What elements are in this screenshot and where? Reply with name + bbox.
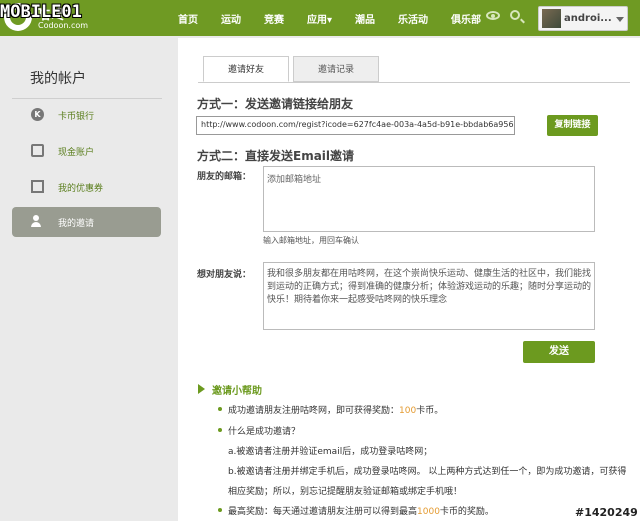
coupon-icon: [31, 180, 44, 193]
email-field[interactable]: 添加邮箱地址: [263, 166, 595, 232]
sidebar: 我的帐户 K 卡币银行 现金账户 我的优惠券 我的邀请: [0, 36, 178, 521]
watermark-bottom: #1420249: [575, 506, 638, 519]
sidebar-item-coupons[interactable]: 我的优惠券: [12, 172, 161, 202]
message-label: 想对朋友说：: [197, 270, 252, 280]
email-label: 朋友的邮箱：: [197, 172, 252, 182]
avatar[interactable]: [542, 9, 561, 28]
method1-title: 方式一：发送邀请链接给朋友: [197, 97, 354, 111]
help-condition-note: 相应奖励；所以，别忘记提醒朋友验证邮箱或绑定手机哦！: [228, 487, 463, 497]
help-title[interactable]: 邀请小帮助: [212, 382, 262, 397]
tab-invite-records[interactable]: 邀请记录: [293, 56, 379, 82]
sidebar-title: 我的帐户: [30, 71, 86, 87]
invite-link-field[interactable]: http://www.codoon.com/regist?icode=627fc…: [196, 116, 515, 135]
bullet: [218, 508, 222, 512]
message-field[interactable]: 我和很多朋友都在用咕咚网，在这个崇尚快乐运动、健康生活的社区中，我们能找到运动的…: [263, 262, 595, 330]
k-coin-icon: K: [31, 108, 44, 121]
divider: [12, 98, 162, 99]
username: androi...: [564, 13, 612, 24]
sidebar-item-label: 卡币银行: [58, 112, 95, 122]
help-reward-line: 成功邀请朋友注册咕咚网，即可获得奖励：100卡币。: [228, 406, 444, 416]
cash-icon: [31, 144, 44, 157]
nav-sports[interactable]: 运动: [221, 11, 241, 26]
user-menu[interactable]: androi...: [538, 6, 628, 31]
bullet: [218, 407, 222, 411]
method2-title: 方式二：直接发送Email邀请: [197, 149, 355, 163]
nav-contest[interactable]: 竞赛: [264, 11, 284, 26]
sidebar-item-coin-bank[interactable]: K 卡币银行: [12, 100, 161, 130]
send-button[interactable]: 发送: [523, 341, 595, 363]
nav-products[interactable]: 潮品: [355, 11, 375, 26]
help-max-reward: 最高奖励：每天通过邀请朋友注册可以得到最高1000卡币的奖励。: [228, 507, 494, 517]
logo-domain: Codoon.com: [38, 21, 89, 30]
expand-arrow-icon[interactable]: [198, 384, 205, 394]
help-condition-b: b.被邀请者注册并绑定手机后，成功登录咕咚网。 以上两种方式达到任一个，即为成功…: [228, 467, 627, 477]
search-icon[interactable]: [510, 10, 520, 20]
main-panel: 邀请好友 邀请记录 方式一：发送邀请链接给朋友 http://www.codoo…: [178, 38, 640, 521]
main-nav: 首页 运动 竞赛 应用▾ 潮品 乐活动 俱乐部: [178, 0, 504, 36]
eye-icon[interactable]: [486, 11, 500, 20]
nav-home[interactable]: 首页: [178, 11, 198, 26]
help-condition-a: a.被邀请者注册并验证email后，成功登录咕咚网；: [228, 447, 433, 457]
sidebar-item-cash-account[interactable]: 现金账户: [12, 136, 161, 166]
copy-link-button[interactable]: 复制链接: [547, 115, 598, 136]
nav-apps[interactable]: 应用▾: [307, 11, 332, 26]
sidebar-item-label: 我的邀请: [58, 219, 95, 229]
help-question: 什么是成功邀请？: [228, 427, 301, 437]
nav-events[interactable]: 乐活动: [398, 11, 428, 26]
users-icon: [31, 215, 44, 228]
sidebar-item-invitations[interactable]: 我的邀请: [12, 207, 161, 237]
nav-clubs[interactable]: 俱乐部: [451, 11, 481, 26]
sidebar-item-label: 我的优惠券: [58, 184, 104, 194]
sidebar-item-label: 现金账户: [58, 148, 95, 158]
email-hint: 输入邮箱地址，用回车确认: [263, 236, 359, 245]
top-nav-bar: 咕咚 Codoon.com MOBILE01 首页 运动 竞赛 应用▾ 潮品 乐…: [0, 0, 640, 36]
tab-invite-friends[interactable]: 邀请好友: [203, 56, 289, 82]
watermark-top: MOBILE01: [0, 2, 82, 22]
bullet: [218, 428, 222, 432]
chevron-down-icon[interactable]: [616, 17, 624, 22]
